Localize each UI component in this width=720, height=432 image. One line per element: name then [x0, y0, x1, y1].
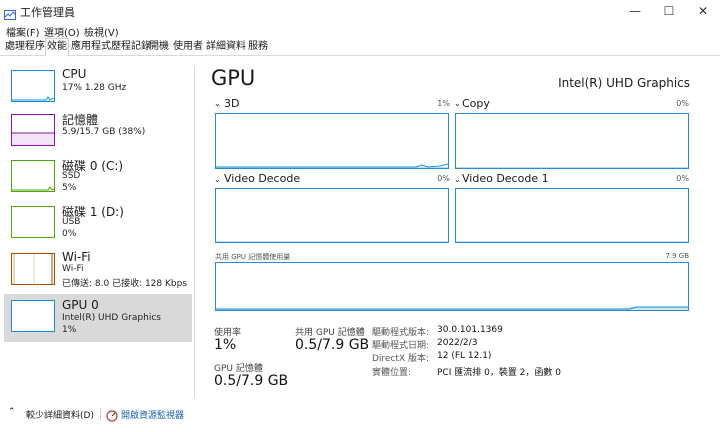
engine-label-copy[interactable]: Copy: [462, 97, 490, 110]
menu-options[interactable]: 選項(O): [44, 24, 80, 39]
chevron-down-icon[interactable]: ⌄: [454, 175, 461, 184]
engine-pct-copy: 0%: [676, 99, 689, 108]
footer: ⌃ 較少詳細資料(D) 開啟資源監視器: [0, 398, 720, 432]
physical-location-key: 實體位置:: [372, 368, 412, 378]
directx-version-value: 12 (FL 12.1): [437, 351, 492, 361]
open-resource-monitor-link[interactable]: 開啟資源監視器: [121, 408, 184, 421]
resource-usage: 1%: [62, 325, 77, 335]
resource-wifi[interactable]: Wi-Fi Wi-Fi 已傳送: 8.0 已接收: 128 Kbps: [4, 249, 192, 295]
shared-memory-graph-label: 共用 GPU 記憶體使用量: [215, 253, 291, 261]
utilization-value: 1%: [214, 337, 237, 353]
graph-shared-memory: [215, 262, 689, 311]
graph-copy: [455, 113, 689, 169]
engine-pct-video-decode: 0%: [437, 174, 450, 183]
maximize-button[interactable]: ☐: [652, 0, 686, 22]
cpu-thumbnail: [11, 70, 55, 102]
directx-version-key: DirectX 版本:: [372, 354, 430, 364]
graph-video-decode: [215, 188, 449, 243]
tab-startup[interactable]: 開機: [149, 40, 169, 55]
resource-usage: 5%: [62, 183, 77, 193]
memory-thumbnail: [11, 114, 55, 146]
menu-view[interactable]: 檢視(V): [84, 24, 119, 39]
tab-app-history[interactable]: 應用程式歷程記錄: [71, 40, 151, 55]
resource-detail: Intel(R) UHD Graphics: [62, 313, 161, 323]
tab-bar: 處理程序 效能 應用程式歷程記錄 開機 使用者 詳細資料 服務: [0, 38, 720, 57]
tab-users[interactable]: 使用者: [173, 40, 203, 55]
resource-disk-0[interactable]: 磁碟 0 (C:) SSD 5%: [4, 156, 192, 202]
window-title: 工作管理員: [20, 6, 75, 19]
engine-label-video-decode[interactable]: Video Decode: [224, 172, 300, 185]
shared-memory-value: 0.5/7.9 GB: [295, 337, 370, 353]
graph-video-decode-1: [455, 188, 689, 243]
menu-file[interactable]: 檔案(F): [6, 24, 40, 39]
physical-location-value: PCI 匯流排 0，裝置 2，函數 0: [437, 368, 561, 378]
resource-name: GPU 0: [62, 298, 99, 312]
resource-cpu[interactable]: CPU 17% 1.28 GHz: [4, 66, 192, 112]
wifi-thumbnail: [11, 253, 55, 285]
driver-date-value: 2022/2/3: [437, 338, 478, 348]
resource-gpu-0[interactable]: GPU 0 Intel(R) UHD Graphics 1%: [4, 294, 192, 342]
resource-name: Wi-Fi: [62, 250, 91, 264]
engine-label-video-decode-1[interactable]: Video Decode 1: [462, 172, 549, 185]
resource-throughput: 已傳送: 8.0 已接收: 128 Kbps: [62, 279, 188, 289]
resource-list: CPU 17% 1.28 GHz 記憶體 5.9/15.7 GB (38%) 磁…: [0, 66, 195, 398]
task-manager-icon: [4, 5, 16, 20]
title-bar: 工作管理員 — ☐ ✕: [0, 0, 720, 22]
disk-0-thumbnail: [11, 160, 55, 192]
page-title: GPU: [211, 66, 256, 90]
tab-performance[interactable]: 效能: [45, 38, 69, 57]
resource-disk-1[interactable]: 磁碟 1 (D:) USB 0%: [4, 202, 192, 248]
shared-memory-graph-max: 7.9 GB: [665, 252, 689, 260]
chevron-up-icon[interactable]: ⌃: [8, 407, 16, 417]
minimize-button[interactable]: —: [618, 0, 652, 22]
chevron-down-icon[interactable]: ⌄: [214, 175, 221, 184]
tab-services[interactable]: 服務: [248, 40, 268, 55]
tab-processes[interactable]: 處理程序: [5, 40, 45, 55]
resource-detail: 17% 1.28 GHz: [62, 83, 127, 93]
fewer-details-link[interactable]: 較少詳細資料(D): [26, 408, 94, 421]
chevron-down-icon[interactable]: ⌄: [454, 99, 461, 108]
driver-version-value: 30.0.101.1369: [437, 325, 503, 335]
resource-usage: 0%: [62, 229, 77, 239]
close-button[interactable]: ✕: [686, 0, 720, 22]
tab-details[interactable]: 詳細資料: [206, 40, 246, 55]
resource-detail: SSD: [62, 171, 81, 181]
gpu-memory-value: 0.5/7.9 GB: [214, 373, 289, 389]
graph-3d: [215, 113, 449, 169]
resource-detail: USB: [62, 217, 81, 227]
gpu-thumbnail: [11, 300, 55, 332]
resource-detail: 5.9/15.7 GB (38%): [62, 127, 146, 137]
chevron-down-icon[interactable]: ⌄: [214, 99, 221, 108]
footer-divider: [100, 408, 101, 420]
engine-pct-3d: 1%: [437, 99, 450, 108]
resource-monitor-icon[interactable]: [106, 407, 118, 426]
gpu-model-name: Intel(R) UHD Graphics: [558, 76, 690, 90]
resource-detail: Wi-Fi: [62, 264, 84, 274]
engine-pct-video-decode-1: 0%: [676, 174, 689, 183]
driver-date-key: 驅動程式日期:: [372, 341, 430, 351]
resource-memory[interactable]: 記憶體 5.9/15.7 GB (38%): [4, 110, 192, 156]
engine-label-3d[interactable]: 3D: [224, 97, 239, 110]
disk-1-thumbnail: [11, 206, 55, 238]
resource-name: CPU: [62, 67, 87, 81]
resource-name: 記憶體: [62, 113, 99, 127]
driver-version-key: 驅動程式版本:: [372, 328, 430, 338]
menu-bar: 檔案(F) 選項(O) 檢視(V): [0, 22, 720, 39]
